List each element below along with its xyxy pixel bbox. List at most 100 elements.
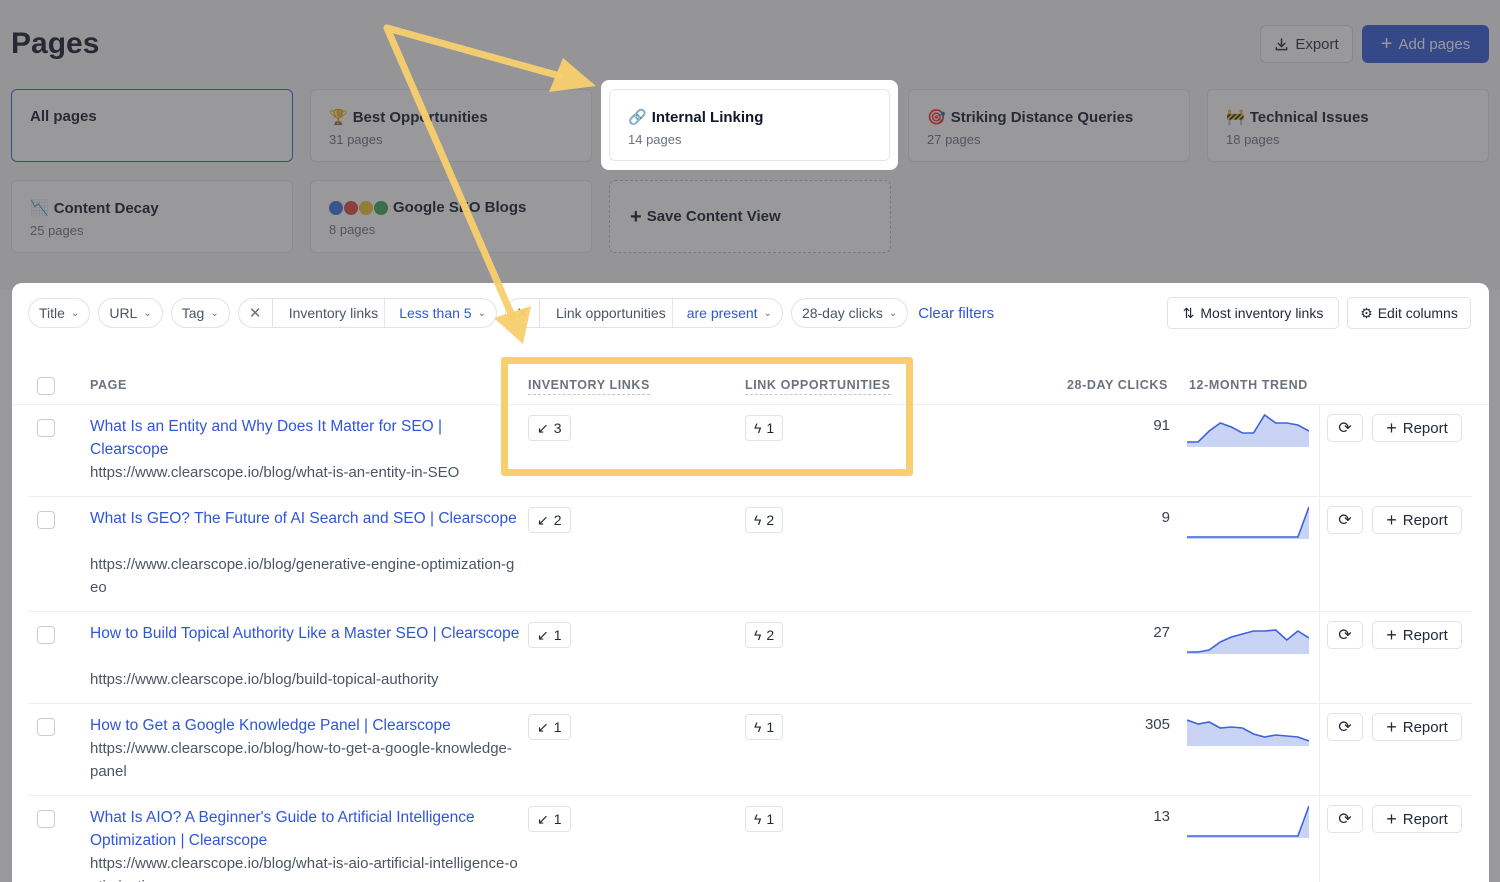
export-label: Export [1295,35,1339,53]
title-filter[interactable]: Title ⌄ [28,298,91,328]
add-pages-label: Add pages [1398,35,1471,53]
arrow-in-icon: ↙ [537,511,549,528]
link-opportunities-filter[interactable]: ✕ Link opportunities are present ⌄ [504,298,783,328]
view-card-all-pages[interactable]: All pages [11,89,293,162]
view-title: Technical Issues [1249,108,1369,126]
trend-area [1187,507,1309,539]
column-link-opportunities[interactable]: LINK OPPORTUNITIES [745,378,891,395]
download-icon [1275,37,1288,50]
table-row: What Is GEO? The Future of AI Search and… [28,497,1472,612]
clicks-value: 305 [1144,716,1170,733]
report-button[interactable]: + Report [1372,506,1462,534]
view-card-google-seo-blogs[interactable]: Google SEO Blogs 8 pages [310,180,592,253]
link-opportunities-badge[interactable]: ϟ1 [745,714,784,740]
link-opportunities-badge[interactable]: ϟ2 [745,507,784,533]
plus-icon: + [1380,33,1393,55]
save-content-view-button[interactable]: + Save Content View [609,180,891,253]
refresh-icon: ⟳ [1338,420,1352,437]
inventory-links-badge[interactable]: ↙ 1 [528,622,571,648]
clear-filters-link[interactable]: Clear filters [918,305,994,322]
tag-filter[interactable]: Tag ⌄ [170,298,230,328]
row-checkbox[interactable] [37,419,55,437]
report-button[interactable]: + Report [1372,414,1462,442]
arrow-in-icon: ↙ [537,419,549,436]
sort-icon: ⇅ [1182,304,1195,321]
view-card-content-decay[interactable]: 📉 Content Decay 25 pages [11,180,293,253]
chevron-down-icon: ⌄ [888,307,898,319]
clicks-filter[interactable]: 28-day clicks ⌄ [790,298,909,328]
add-pages-button[interactable]: + Add pages [1362,25,1489,63]
page-url: https://www.clearscope.io/blog/build-top… [90,671,439,688]
refresh-button[interactable]: ⟳ [1327,805,1363,833]
refresh-icon: ⟳ [1338,512,1352,529]
view-title: Content Decay [53,199,159,217]
inventory-links-badge[interactable]: ↙ 1 [528,806,571,832]
view-card-striking-distance[interactable]: 🎯 Striking Distance Queries 27 pages [908,89,1190,162]
close-icon[interactable]: ✕ [239,299,273,327]
edit-columns-button[interactable]: ⚙ Edit columns [1347,297,1471,329]
refresh-icon: ⟳ [1338,627,1352,644]
close-icon[interactable]: ✕ [506,299,540,327]
inventory-links-badge[interactable]: ↙ 3 [528,415,571,441]
page-title-link[interactable]: How to Get a Google Knowledge Panel | Cl… [90,714,520,737]
link-opportunities-badge[interactable]: ϟ2 [745,622,784,648]
clicks-value: 9 [1161,509,1170,526]
refresh-button[interactable]: ⟳ [1327,713,1363,741]
table-row: How to Build Topical Authority Like a Ma… [28,612,1472,704]
column-inventory-links[interactable]: INVENTORY LINKS [528,378,650,395]
page-url: https://www.clearscope.io/blog/how-to-ge… [90,740,512,780]
filter-bar: Title ⌄ URL ⌄ Tag ⌄ ✕ Inventory links Le… [28,298,994,328]
page-url: https://www.clearscope.io/blog/generativ… [90,556,515,596]
url-filter[interactable]: URL ⌄ [98,298,163,328]
table-row: How to Get a Google Knowledge Panel | Cl… [28,704,1472,796]
column-trend[interactable]: 12-MONTH TREND [1189,378,1308,392]
page-title: Pages [11,27,100,60]
page-title-link[interactable]: How to Build Topical Authority Like a Ma… [90,622,520,645]
view-card-technical-issues[interactable]: 🚧 Technical Issues 18 pages [1207,89,1489,162]
trend-line [1187,805,1309,837]
view-count: 8 pages [329,222,376,237]
link-opportunities-badge[interactable]: ϟ1 [745,806,784,832]
view-card-best-opportunities[interactable]: 🏆 Best Opportunities 31 pages [310,89,592,162]
trend-area [1187,720,1309,746]
chevron-down-icon: ⌄ [143,307,152,319]
report-button[interactable]: + Report [1372,713,1462,741]
page-title-link[interactable]: What Is an Entity and Why Does It Matter… [90,415,520,461]
row-checkbox[interactable] [37,810,55,828]
inventory-links-badge[interactable]: ↙ 2 [528,507,571,533]
refresh-button[interactable]: ⟳ [1327,414,1363,442]
view-count: 14 pages [628,132,682,147]
filter-value: Less than 5 [399,305,472,321]
row-checkbox[interactable] [37,626,55,644]
select-all-checkbox[interactable] [37,377,55,395]
view-title: Striking Distance Queries [950,108,1134,126]
inventory-links-badge[interactable]: ↙ 1 [528,714,571,740]
report-button[interactable]: + Report [1372,621,1462,649]
column-page[interactable]: PAGE [90,378,127,392]
plus-icon: + [1386,809,1397,829]
chart-down-icon: 📉 [30,200,49,217]
page-title-link[interactable]: What Is GEO? The Future of AI Search and… [90,507,520,530]
chevron-down-icon: ⌄ [477,307,486,319]
filter-value: are present [686,305,758,321]
view-title: Best Opportunities [352,108,488,126]
link-opportunities-badge[interactable]: ϟ1 [745,415,784,441]
view-title: Google SEO Blogs [393,199,527,216]
page-title-link[interactable]: What Is AIO? A Beginner's Guide to Artif… [90,806,520,852]
sort-button[interactable]: ⇅ Most inventory links [1167,297,1339,329]
export-button[interactable]: Export [1260,25,1353,63]
link-icon: 🔗 [628,109,647,126]
report-button[interactable]: + Report [1372,805,1462,833]
trend-sparkline [1187,805,1309,838]
refresh-button[interactable]: ⟳ [1327,506,1363,534]
inventory-links-filter[interactable]: ✕ Inventory links Less than 5 ⌄ [237,298,497,328]
pages-table-panel: Title ⌄ URL ⌄ Tag ⌄ ✕ Inventory links Le… [12,283,1489,882]
row-checkbox[interactable] [37,511,55,529]
view-count: 31 pages [329,132,383,147]
row-checkbox[interactable] [37,718,55,736]
refresh-button[interactable]: ⟳ [1327,621,1363,649]
clicks-value: 91 [1153,417,1170,434]
bolt-icon: ϟ [754,420,762,436]
view-card-internal-linking[interactable]: 🔗 Internal Linking 14 pages [601,80,898,170]
column-clicks[interactable]: 28-DAY CLICKS [1067,378,1168,392]
